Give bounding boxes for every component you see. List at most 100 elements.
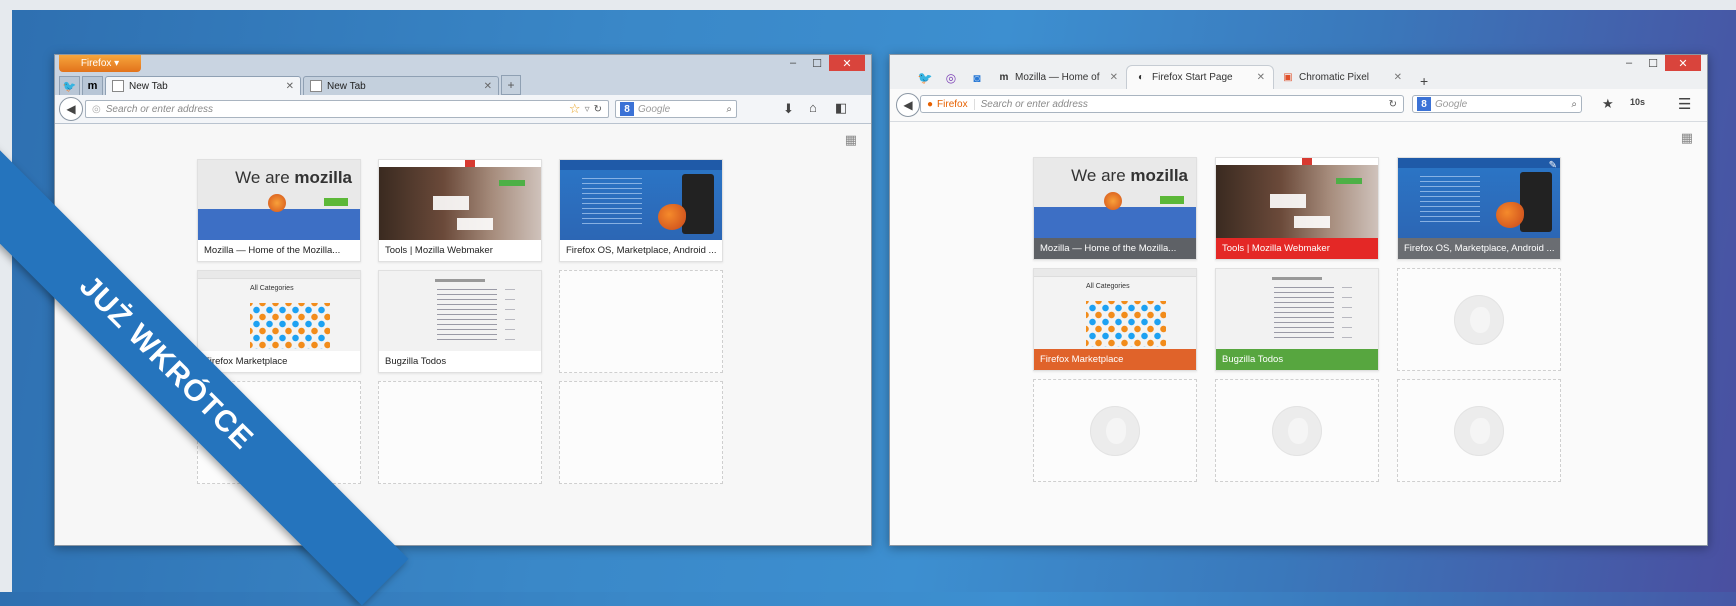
download-badge[interactable]: 10s: [1630, 97, 1645, 107]
tile-empty[interactable]: [1215, 379, 1379, 482]
grid-toggle-icon[interactable]: ▦: [1681, 130, 1693, 146]
thumb-button: [324, 198, 348, 206]
thumbnail-firefoxos: [560, 160, 722, 242]
tile-bugzilla[interactable]: Bugzilla Todos: [1215, 268, 1379, 371]
tile-empty[interactable]: [1397, 268, 1561, 371]
mozilla-m-icon: m: [87, 80, 98, 92]
tile-firefoxos[interactable]: ✎ Firefox OS, Marketplace, Android ...: [1397, 157, 1561, 260]
search-bar[interactable]: 8 Google ⌕: [1412, 95, 1582, 113]
firefox-watermark-icon: [1454, 294, 1504, 345]
app-tab-twitter[interactable]: 🐦: [59, 76, 80, 95]
tile-webmaker[interactable]: Tools | Mozilla Webmaker: [378, 159, 542, 262]
pinned-tab-c[interactable]: ◙: [964, 67, 990, 89]
thumb-text: All Categories: [250, 285, 294, 292]
old-firefox-window: Firefox ▾ – ☐ ✕ 🐦 m New Tab ✕ New Tab ✕ …: [54, 54, 872, 546]
reload-icon[interactable]: ↻: [1389, 99, 1397, 110]
firefox-fox-icon: [658, 204, 686, 230]
new-tab-button[interactable]: +: [501, 75, 521, 95]
firefox-logo-icon: [268, 194, 286, 212]
navigation-toolbar: ◀ ◎ Search or enter address ☆ ▿ ↻ 8 Goog…: [55, 95, 871, 124]
tile-mozilla[interactable]: We are mozilla Mozilla — Home of the Moz…: [1033, 157, 1197, 260]
tile-empty[interactable]: [559, 381, 723, 484]
tile-marketplace[interactable]: All Categories Firefox Marketplace: [1033, 268, 1197, 371]
tile-empty[interactable]: [1397, 379, 1561, 482]
url-placeholder: Search or enter address: [105, 103, 214, 115]
pinned-tab-twitter[interactable]: 🐦: [912, 67, 938, 89]
tile-bugzilla[interactable]: Bugzilla Todos: [378, 270, 542, 373]
tab-close-icon[interactable]: ✕: [1257, 72, 1265, 83]
back-button[interactable]: ◀: [59, 97, 83, 121]
tab-firefox-start-page[interactable]: ◐ Firefox Start Page ✕: [1126, 65, 1274, 89]
url-bar[interactable]: ● Firefox Search or enter address ↻: [920, 95, 1404, 113]
firefox-watermark-icon: [1454, 405, 1504, 456]
tile-webmaker[interactable]: Tools | Mozilla Webmaker: [1215, 157, 1379, 260]
thumbnail-mozilla: We are mozilla: [1034, 158, 1196, 240]
grid-toggle-icon[interactable]: ▦: [845, 132, 857, 148]
tile-empty[interactable]: [378, 381, 542, 484]
tile-empty[interactable]: [559, 270, 723, 373]
search-bar[interactable]: 8 Google ⌕: [615, 100, 737, 118]
bookmark-star-icon[interactable]: ★: [1602, 96, 1614, 112]
back-button[interactable]: ◀: [896, 93, 920, 117]
tab-close-icon[interactable]: ✕: [1110, 72, 1118, 83]
tab-new-tab[interactable]: New Tab ✕: [303, 76, 499, 95]
tab-chromatic-pixel[interactable]: ▣ Chromatic Pixel ✕: [1274, 65, 1410, 89]
identity-label: Firefox: [937, 98, 975, 110]
tab-close-icon[interactable]: ✕: [286, 81, 294, 92]
history-dropdown-icon[interactable]: ▿: [585, 104, 590, 115]
firefox-menu-button[interactable]: Firefox ▾: [59, 55, 141, 72]
url-bar[interactable]: ◎ Search or enter address ☆ ▿ ↻: [85, 100, 609, 118]
close-icon[interactable]: ✕: [1665, 55, 1701, 71]
tile-mozilla[interactable]: We are mozilla Mozilla — Home of the Moz…: [197, 159, 361, 262]
tab-label: Mozilla — Home of: [1015, 71, 1100, 83]
thumbnail-webmaker: [1216, 158, 1378, 240]
new-tab-button[interactable]: +: [1420, 73, 1428, 89]
tab-new-tab-active[interactable]: New Tab ✕: [105, 76, 301, 95]
tile-title: Firefox Marketplace: [1034, 349, 1196, 370]
tile-firefoxos[interactable]: Firefox OS, Marketplace, Android ...: [559, 159, 723, 262]
close-icon[interactable]: ✕: [829, 55, 865, 71]
window-controls: – ☐ ✕: [781, 55, 865, 71]
tile-title: Tools | Mozilla Webmaker: [379, 240, 541, 261]
firefox-fox-icon: [1496, 202, 1524, 228]
minimize-icon[interactable]: –: [781, 55, 805, 71]
maximize-icon[interactable]: ☐: [805, 55, 829, 71]
back-arrow-icon: ◀: [66, 102, 76, 116]
bookmark-star-icon[interactable]: ☆: [569, 101, 581, 117]
download-icon[interactable]: ⬇: [783, 101, 794, 117]
pin-icon[interactable]: ✎: [1549, 160, 1557, 171]
twitter-icon: 🐦: [917, 71, 933, 85]
circle-o-icon: ◎: [945, 71, 957, 85]
search-icon[interactable]: ⌕: [726, 104, 732, 115]
reload-icon[interactable]: ↻: [594, 104, 602, 115]
search-engine-icon[interactable]: 8: [1417, 97, 1431, 111]
tab-mozilla[interactable]: m Mozilla — Home of ✕: [990, 65, 1126, 89]
start-page: ▦ We are mozilla Mozilla — Home of the M…: [890, 122, 1707, 545]
app-tab-mozilla[interactable]: m: [82, 76, 103, 95]
firefox-watermark-icon: [1090, 405, 1140, 456]
search-icon[interactable]: ⌕: [1571, 99, 1577, 110]
tile-marketplace[interactable]: All Categories Firefox Marketplace: [197, 270, 361, 373]
tile-title: Bugzilla Todos: [379, 351, 541, 372]
tile-empty[interactable]: [1033, 379, 1197, 482]
search-engine-icon[interactable]: 8: [620, 102, 634, 116]
thumbnail-marketplace: All Categories: [198, 271, 360, 353]
blank-page-icon: [112, 80, 124, 92]
tab-label: Chromatic Pixel: [1299, 71, 1370, 83]
tab-close-icon[interactable]: ✕: [1394, 72, 1402, 83]
pinned-tab-o[interactable]: ◎: [938, 67, 964, 89]
thumbnail-bugzilla: [379, 271, 541, 353]
thumb-text: All Categories: [1086, 283, 1130, 290]
home-icon[interactable]: ⌂: [809, 100, 817, 115]
new-firefox-window: – ☐ ✕ 🐦 ◎ ◙ m Mozilla — Home of ✕ ◐ Fire…: [889, 54, 1708, 546]
menu-hamburger-icon[interactable]: ☰: [1678, 95, 1691, 113]
thumb-headline: We are mozilla: [235, 168, 352, 187]
thumbnail-webmaker: [379, 160, 541, 242]
tile-title: Firefox OS, Marketplace, Android ...: [1398, 238, 1560, 259]
blank-page-icon: [310, 80, 322, 92]
firefox-identity-icon: ●: [927, 98, 934, 110]
tile-title: Firefox OS, Marketplace, Android ...: [560, 240, 722, 261]
tab-label: Firefox Start Page: [1152, 72, 1233, 83]
tab-close-icon[interactable]: ✕: [484, 81, 492, 92]
sidebar-icon[interactable]: ◧: [835, 100, 847, 116]
